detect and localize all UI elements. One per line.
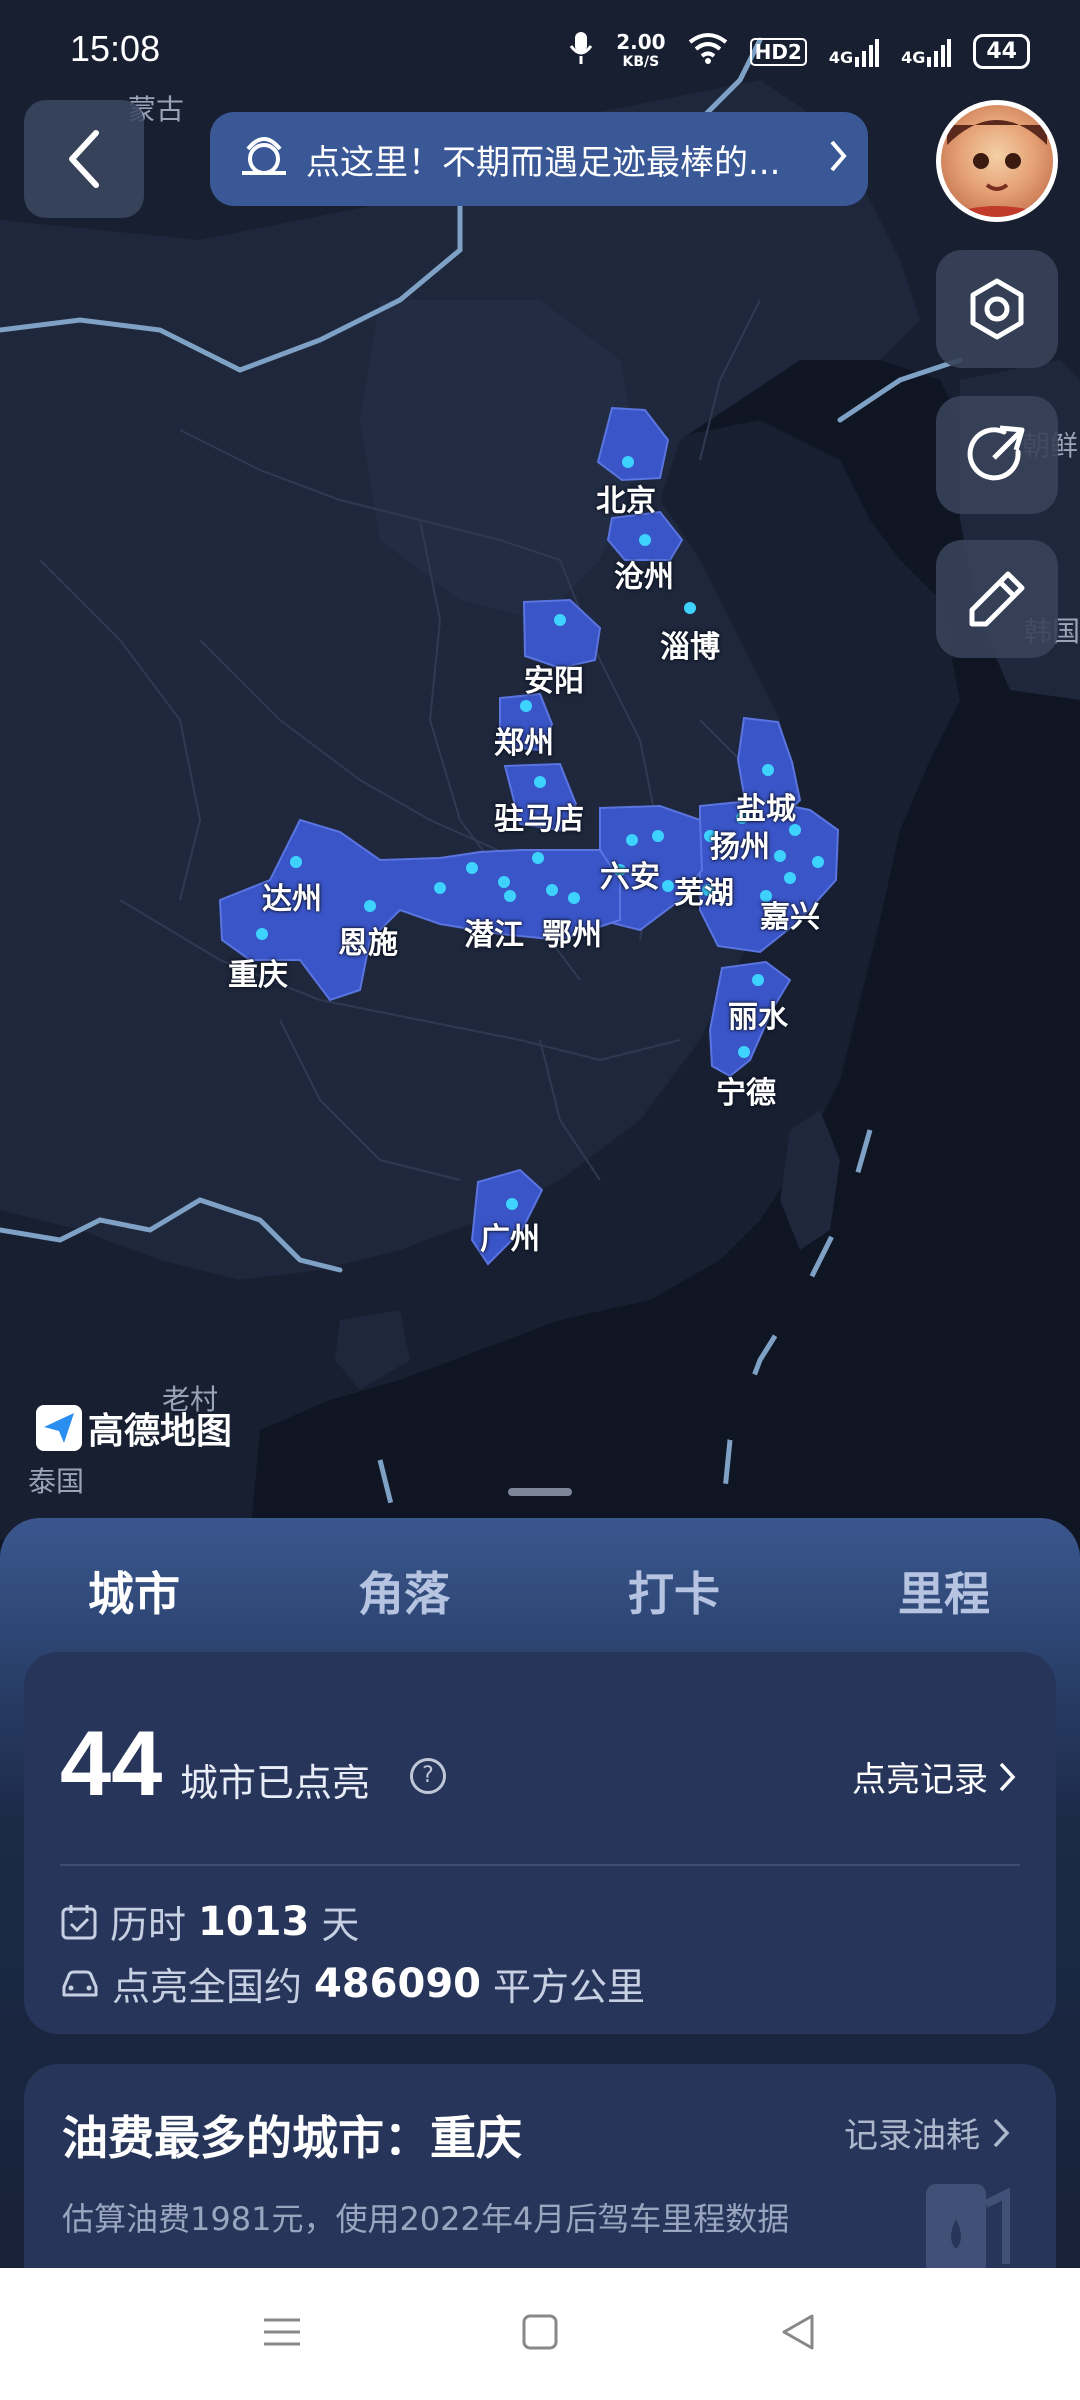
city-label: 扬州 bbox=[710, 830, 770, 865]
edit-button[interactable] bbox=[936, 540, 1058, 658]
lit-record-label: 点亮记录 bbox=[852, 1760, 988, 1800]
city-label: 重庆 bbox=[228, 958, 288, 993]
divider bbox=[60, 1864, 1020, 1866]
back-nav-icon[interactable] bbox=[778, 2312, 818, 2352]
city-label: 丽水 bbox=[728, 1000, 788, 1035]
city-label: 安阳 bbox=[524, 664, 584, 699]
chevron-right-icon bbox=[999, 1762, 1016, 1791]
city-label: 恩施 bbox=[338, 926, 398, 961]
tab-bar: 城市 角落 打卡 里程 bbox=[0, 1558, 1080, 1678]
net-speed-unit: KB/S bbox=[622, 53, 660, 70]
duration-prefix: 历时 bbox=[110, 1903, 187, 1947]
signal-label: 4G bbox=[828, 47, 854, 67]
signal-label: 4G bbox=[901, 47, 926, 67]
wifi-icon bbox=[688, 32, 728, 71]
area-row: 点亮全国约 486090 平方公里 bbox=[60, 1956, 645, 2011]
chevron-right-icon bbox=[828, 136, 848, 185]
city-label: 广州 bbox=[480, 1222, 540, 1257]
home-icon[interactable] bbox=[520, 2312, 560, 2352]
city-label: 潜江 bbox=[464, 918, 524, 953]
tab-city[interactable]: 城市 bbox=[88, 1558, 180, 1624]
settings-button[interactable] bbox=[936, 250, 1058, 368]
lit-city-count: 44 bbox=[60, 1713, 163, 1815]
region-label: 泰国 bbox=[28, 1465, 85, 1498]
tab-mileage[interactable]: 里程 bbox=[898, 1558, 990, 1624]
amap-logo-text: 高德地图 bbox=[88, 1411, 233, 1452]
calendar-check-icon bbox=[61, 1904, 97, 1939]
back-arrow-icon bbox=[69, 130, 99, 188]
area-unit: 平方公里 bbox=[493, 1965, 646, 2009]
area-value: 486090 bbox=[314, 1960, 482, 2007]
city-label: 鄂州 bbox=[542, 918, 602, 953]
signal-icon: 4G bbox=[828, 37, 880, 67]
menu-icon[interactable] bbox=[262, 2312, 302, 2352]
stats-sheet: 城市 角落 打卡 里程 44 城市已点亮 ? 点亮记录 历时 1013 天 点亮… bbox=[0, 1518, 1080, 2270]
lit-record-link[interactable]: 点亮记录 bbox=[852, 1752, 1016, 1801]
duration-value: 1013 bbox=[198, 1898, 310, 1945]
mic-icon bbox=[568, 30, 594, 73]
fuel-pump-icon bbox=[926, 2184, 1010, 2270]
help-icon[interactable]: ? bbox=[410, 1758, 446, 1794]
share-button[interactable] bbox=[936, 396, 1058, 514]
pencil-icon bbox=[969, 571, 1025, 627]
battery-indicator: 44 bbox=[973, 34, 1030, 69]
back-button[interactable] bbox=[24, 100, 144, 218]
map-canvas bbox=[0, 37, 1080, 1540]
city-label: 六安 bbox=[600, 860, 660, 895]
tab-corner[interactable]: 角落 bbox=[358, 1558, 450, 1624]
record-fuel-label: 记录油耗 bbox=[844, 2116, 980, 2156]
hexagon-settings-icon bbox=[970, 278, 1024, 340]
amap-logo: 高德地图 bbox=[36, 1402, 232, 1454]
city-label: 郑州 bbox=[494, 726, 554, 761]
duration-row: 历时 1013 天 bbox=[60, 1894, 359, 1949]
status-time: 15:08 bbox=[70, 28, 161, 69]
chevron-right-icon bbox=[993, 2118, 1010, 2147]
system-nav-bar bbox=[0, 2268, 1080, 2400]
fuel-card[interactable]: 油费最多的城市：重庆 记录油耗 估算油费1981元，使用2022年4月后驾车里程… bbox=[24, 2064, 1056, 2270]
share-icon bbox=[967, 425, 1025, 481]
tab-checkin[interactable]: 打卡 bbox=[628, 1558, 720, 1624]
city-label: 达州 bbox=[262, 882, 322, 917]
fuel-subtitle: 估算油费1981元，使用2022年4月后驾车里程数据 bbox=[62, 2200, 790, 2238]
lit-city-label: 城市已点亮 bbox=[180, 1761, 371, 1805]
car-icon bbox=[62, 1970, 98, 1996]
city-label: 淄博 bbox=[660, 630, 720, 665]
city-label: 宁德 bbox=[716, 1076, 776, 1111]
city-label: 沧州 bbox=[614, 560, 674, 595]
duration-unit: 天 bbox=[321, 1903, 360, 1947]
signal-icon: 4G bbox=[901, 37, 952, 67]
status-bar: 15:08 2.00 KB/S HD2 4G 4G 44 bbox=[0, 0, 1080, 100]
city-label: 驻马店 bbox=[494, 802, 584, 837]
amap-logo-icon bbox=[36, 1405, 82, 1451]
fuel-title: 油费最多的城市：重庆 bbox=[62, 2111, 522, 2165]
hd-badge: HD2 bbox=[749, 37, 807, 66]
area-prefix: 点亮全国约 bbox=[112, 1965, 303, 2009]
net-speed-value: 2.00 bbox=[616, 29, 666, 54]
sheet-drag-handle[interactable] bbox=[508, 1488, 572, 1496]
notice-banner[interactable]: 点这里！不期而遇足迹最棒的... bbox=[210, 112, 868, 206]
notice-text: 点这里！不期而遇足迹最棒的... bbox=[306, 142, 781, 183]
net-speed: 2.00 KB/S bbox=[616, 32, 665, 72]
avatar-image bbox=[941, 120, 1053, 217]
city-label: 芜湖 bbox=[674, 876, 734, 911]
mascot-icon bbox=[238, 129, 290, 190]
user-avatar[interactable] bbox=[936, 100, 1058, 222]
footprint-map[interactable]: 蒙古 老村 泰国 韩国 朝鲜 北京 沧州 淄博 安阳 郑州 驻马店 盐城 扬州 … bbox=[0, 0, 1080, 1540]
city-label: 嘉兴 bbox=[760, 900, 820, 935]
record-fuel-link[interactable]: 记录油耗 bbox=[844, 2108, 1010, 2157]
city-summary-card: 44 城市已点亮 ? 点亮记录 历时 1013 天 点亮全国约 486090 平… bbox=[24, 1652, 1056, 2034]
city-label: 北京 bbox=[596, 484, 656, 519]
